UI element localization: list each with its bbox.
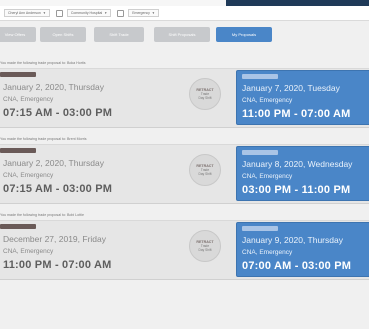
proposal-2-left-time: 07:15 AM - 03:00 PM (3, 183, 113, 195)
proposal-1-offer-text: You made the following trade proposal to… (0, 61, 86, 65)
proposal-3-left-tag (0, 224, 36, 229)
proposal-2-right-date: January 8, 2020, Wednesday (242, 159, 353, 169)
employee-select[interactable]: Cheryl Ann Anderson ▼ (4, 9, 50, 17)
filter-bar: Cheryl Ann Anderson ▼ Community Hospital ▼… (0, 6, 369, 21)
chevron-down-icon: ▼ (42, 11, 46, 15)
view-offers-button[interactable]: View Offers (0, 27, 36, 42)
proposal-3-left-unit: CNA, Emergency (3, 248, 54, 255)
facility-select[interactable]: Community Hospital ▼ (66, 9, 112, 17)
proposal-1-right-tag (242, 74, 278, 79)
proposal-2-offer-text: You made the following trade proposal to… (0, 137, 87, 141)
proposal-3-right-time: 07:00 AM - 03:00 PM (242, 260, 352, 272)
proposal-3-right-date: January 9, 2020, Thursday (242, 235, 343, 245)
shift-proposals-button[interactable]: Shift Proposals (154, 27, 210, 42)
my-proposals-button[interactable]: My Proposals (216, 27, 272, 42)
employee-select-value: Cheryl Ann Anderson (8, 11, 41, 15)
filter-facility[interactable]: Community Hospital ▼ (52, 9, 112, 17)
chevron-down-icon: ▼ (151, 11, 155, 15)
proposal-2-left-unit: CNA, Emergency (3, 172, 54, 179)
proposal-1-left-unit: CNA, Emergency (3, 96, 54, 103)
proposal-1-right-unit: CNA, Emergency (242, 97, 293, 104)
department-icon (117, 9, 125, 17)
badge-line2: Day Shift (198, 172, 212, 176)
badge-line2: Day Shift (198, 248, 212, 252)
proposal-2-right-time: 03:00 PM - 11:00 PM (242, 184, 351, 196)
proposal-3-right-tag (242, 226, 278, 231)
proposal-3-offer-text: You made the following trade proposal to… (0, 213, 84, 217)
department-select-value: Emergency (132, 11, 150, 15)
proposal-3-left-time: 11:00 PM - 07:00 AM (3, 259, 112, 271)
proposal-2-left-date: January 2, 2020, Thursday (3, 158, 104, 168)
proposal-1-right-time: 11:00 PM - 07:00 AM (242, 108, 351, 120)
facility-select-value: Community Hospital (70, 11, 103, 15)
proposal-3-right-unit: CNA, Emergency (242, 249, 293, 256)
filter-department[interactable]: Emergency ▼ (113, 9, 159, 17)
proposal-1-left-date: January 2, 2020, Thursday (3, 82, 104, 92)
proposal-3-left-date: December 27, 2019, Friday (3, 234, 106, 244)
department-select[interactable]: Emergency ▼ (128, 9, 159, 17)
proposal-2-retract-badge[interactable]: RETRACT Trade Day Shift (189, 154, 221, 186)
proposal-1-left-time: 07:15 AM - 03:00 PM (3, 107, 113, 119)
shift-trade-button[interactable]: Shift Trade (94, 27, 144, 42)
proposal-2-trade-card[interactable]: January 8, 2020, Wednesday CNA, Emergenc… (236, 146, 369, 201)
proposal-2-right-unit: CNA, Emergency (242, 173, 293, 180)
proposal-3-trade-card[interactable]: January 9, 2020, Thursday CNA, Emergency… (236, 222, 369, 277)
proposal-1-left-tag (0, 72, 36, 77)
proposal-2-left-tag (0, 148, 36, 153)
proposal-3-retract-badge[interactable]: RETRACT Trade Day Shift (189, 230, 221, 262)
badge-line2: Day Shift (198, 96, 212, 100)
proposal-1-trade-card[interactable]: January 7, 2020, Tuesday CNA, Emergency … (236, 70, 369, 125)
open-shifts-button[interactable]: Open Shifts (40, 27, 86, 42)
building-icon (55, 9, 63, 17)
filter-employee[interactable]: Cheryl Ann Anderson ▼ (2, 9, 50, 17)
toolbar: View Offers Open Shifts Shift Trade Shif… (0, 27, 369, 43)
proposal-1-retract-badge[interactable]: RETRACT Trade Day Shift (189, 78, 221, 110)
proposal-2-right-tag (242, 150, 278, 155)
proposal-1-right-date: January 7, 2020, Tuesday (242, 83, 340, 93)
chevron-down-icon: ▼ (104, 11, 108, 15)
